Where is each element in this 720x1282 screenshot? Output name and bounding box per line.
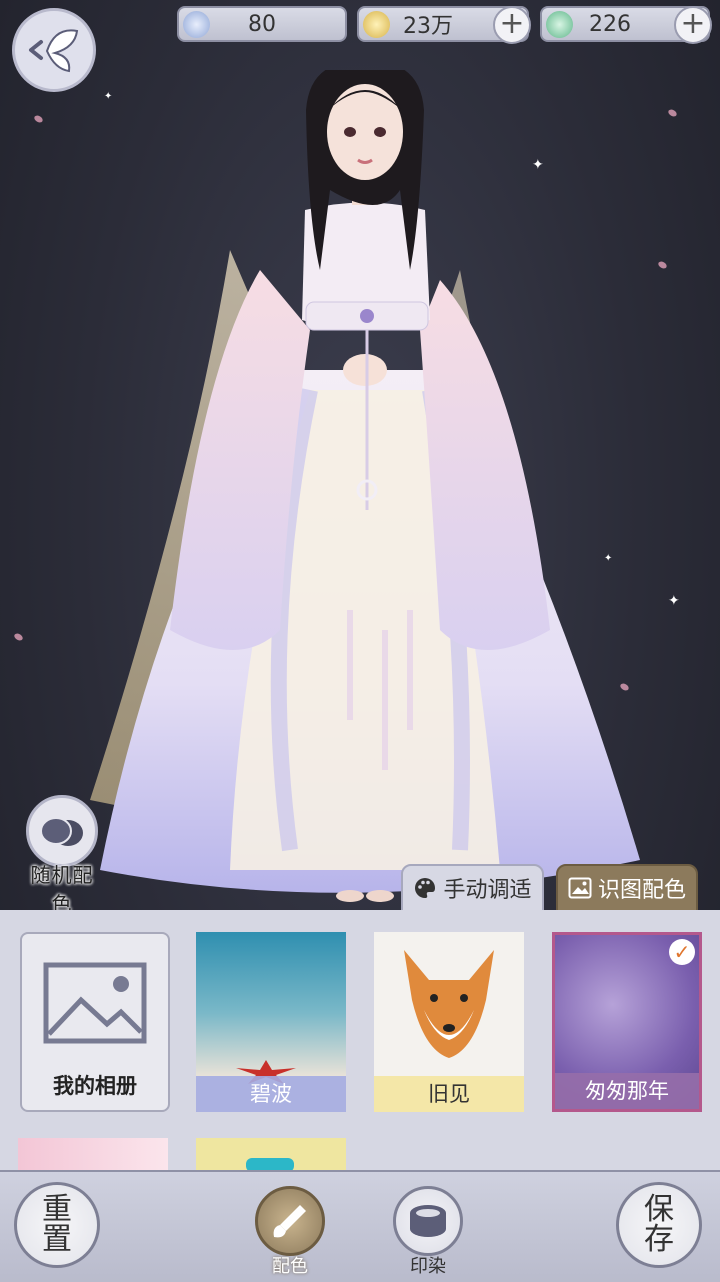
preset-jiujian-card[interactable]: 旧见 <box>374 932 524 1112</box>
gold-coin-icon <box>363 11 390 38</box>
jade-currency: 226 + <box>540 6 712 44</box>
reset-button[interactable]: 重置 <box>14 1182 100 1268</box>
silver-currency: 80 <box>177 6 347 42</box>
preset-bibo-label: 碧波 <box>196 1076 346 1112</box>
image-picker-panel: 我的相册 碧波 旧见 ✓ 匆匆那年 <box>0 910 720 1172</box>
my-album-label: 我的相册 <box>53 1074 137 1098</box>
save-label: 保存 <box>644 1192 674 1257</box>
preset-card-partial[interactable] <box>18 1138 168 1172</box>
tab-manual-label: 手动调适 <box>443 878 532 903</box>
preset-jiujian-label: 旧见 <box>374 1076 524 1112</box>
tab-image-recognition[interactable]: 识图配色 <box>556 864 698 912</box>
preset-congcong-label: 匆匆那年 <box>555 1073 699 1109</box>
save-button[interactable]: 保存 <box>616 1182 702 1268</box>
reset-label: 重置 <box>42 1192 72 1257</box>
color-scheme-label: 配色 <box>272 1256 308 1277</box>
preset-card-partial[interactable] <box>196 1138 346 1172</box>
petal-decoration <box>657 260 668 270</box>
random-color-circle[interactable] <box>26 795 98 867</box>
brush-icon-circle <box>255 1186 325 1256</box>
album-image-icon <box>43 962 147 1044</box>
add-jade-button[interactable]: + <box>674 6 712 44</box>
fox-illustration <box>404 950 494 1058</box>
jade-token-icon <box>546 11 573 38</box>
my-album-card[interactable]: 我的相册 <box>20 932 170 1112</box>
brush-icon <box>273 1205 306 1238</box>
color-scheme-button[interactable]: 配色 <box>252 1186 328 1278</box>
dye-button[interactable]: 印染 <box>390 1186 466 1278</box>
bottom-toolbar: 重置 配色 印染 保存 <box>0 1170 720 1282</box>
tab-manual-adjust[interactable]: 手动调适 <box>401 864 544 912</box>
character-stage: ✦ ✦ ✦ ✦ <box>0 0 720 910</box>
add-gold-button[interactable]: + <box>493 6 531 44</box>
star-decoration: ✦ <box>668 593 680 609</box>
image-icon <box>568 877 592 899</box>
swatch-icon <box>40 817 83 846</box>
gold-currency: 23万 + <box>357 6 531 44</box>
butterfly-back-icon <box>29 29 79 73</box>
petal-decoration <box>667 108 678 118</box>
preset-bibo-card[interactable]: 碧波 <box>196 932 346 1112</box>
back-button[interactable] <box>12 8 96 92</box>
silver-coin-icon <box>183 11 210 38</box>
selected-check-icon: ✓ <box>669 939 695 965</box>
dye-icon <box>410 1205 446 1237</box>
character-figure[interactable] <box>80 70 650 910</box>
petal-decoration <box>33 114 44 124</box>
petal-decoration <box>13 632 24 642</box>
random-color-label: 随机配色 <box>30 863 94 916</box>
dye-icon-circle <box>393 1186 463 1256</box>
dye-label: 印染 <box>410 1256 446 1277</box>
tab-recognize-label: 识图配色 <box>597 878 686 903</box>
palette-icon <box>415 878 436 898</box>
preset-congcong-card[interactable]: ✓ 匆匆那年 <box>552 932 702 1112</box>
random-color-button[interactable]: 随机配色 <box>22 795 102 917</box>
